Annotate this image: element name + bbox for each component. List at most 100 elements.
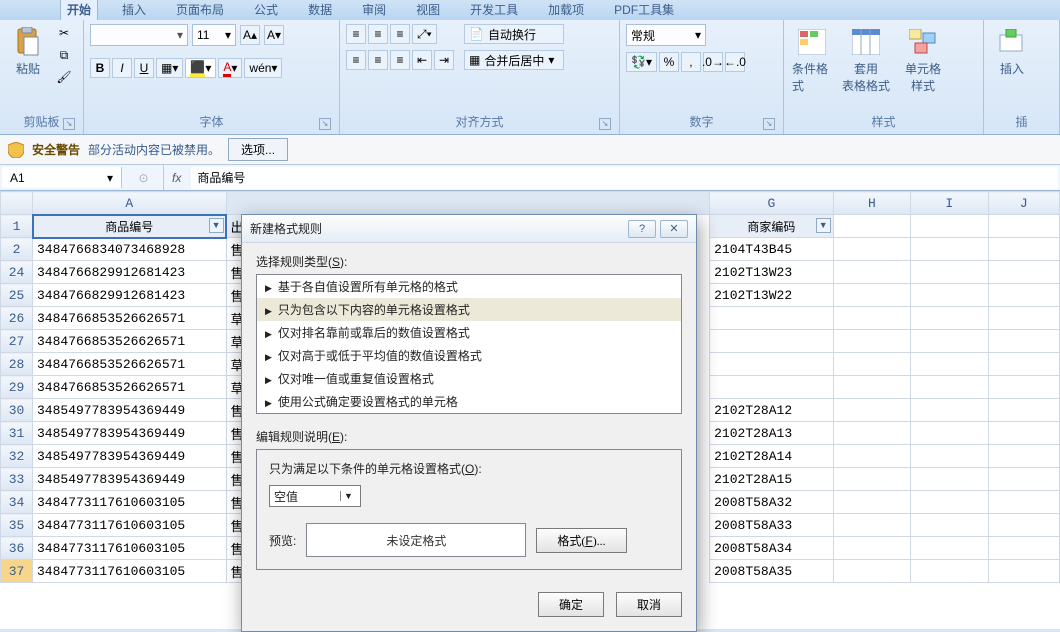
- cell[interactable]: [833, 422, 910, 445]
- cell[interactable]: [911, 238, 988, 261]
- clipboard-launcher-icon[interactable]: ↘: [63, 118, 75, 130]
- cell[interactable]: 2104T43B45: [710, 238, 834, 261]
- row-header[interactable]: 37: [1, 560, 33, 583]
- indent-decrease-icon[interactable]: ⇤: [412, 50, 432, 70]
- cell[interactable]: [833, 560, 910, 583]
- orientation-icon[interactable]: ⤢▾: [412, 24, 437, 44]
- align-launcher-icon[interactable]: ↘: [599, 118, 611, 130]
- ok-button[interactable]: 确定: [538, 592, 604, 617]
- cell[interactable]: [833, 353, 910, 376]
- row-header[interactable]: 29: [1, 376, 33, 399]
- row-header[interactable]: 32: [1, 445, 33, 468]
- cell[interactable]: 3485497783954369449: [33, 468, 227, 491]
- grow-font-icon[interactable]: A▴: [240, 25, 260, 45]
- cell[interactable]: [988, 215, 1059, 238]
- cell[interactable]: [988, 491, 1059, 514]
- cell[interactable]: [988, 261, 1059, 284]
- rule-item[interactable]: 使用公式确定要设置格式的单元格: [257, 390, 681, 413]
- row-header[interactable]: 33: [1, 468, 33, 491]
- cell[interactable]: 3484766853526626571: [33, 330, 227, 353]
- cell[interactable]: 2102T28A13: [710, 422, 834, 445]
- name-box[interactable]: A1▾: [2, 167, 122, 188]
- cell[interactable]: [911, 422, 988, 445]
- select-all-corner[interactable]: [1, 192, 33, 215]
- cell[interactable]: [911, 261, 988, 284]
- tab-data[interactable]: 数据: [302, 0, 338, 20]
- cell[interactable]: [833, 261, 910, 284]
- rule-type-list[interactable]: 基于各自值设置所有单元格的格式 只为包含以下内容的单元格设置格式 仅对排名靠前或…: [256, 274, 682, 414]
- cell[interactable]: [833, 376, 910, 399]
- cell[interactable]: [911, 445, 988, 468]
- align-right-icon[interactable]: ≡: [390, 50, 410, 70]
- cell[interactable]: [988, 307, 1059, 330]
- cell[interactable]: [710, 307, 834, 330]
- rule-item[interactable]: 仅对排名靠前或靠后的数值设置格式: [257, 321, 681, 344]
- cell[interactable]: 3484773117610603105: [33, 537, 227, 560]
- row-header[interactable]: 27: [1, 330, 33, 353]
- row-header[interactable]: 26: [1, 307, 33, 330]
- cell[interactable]: 3485497783954369449: [33, 422, 227, 445]
- cell[interactable]: [988, 399, 1059, 422]
- cell-g1[interactable]: 商家编码▼: [710, 215, 834, 238]
- fx-buttons[interactable]: ⊙: [124, 165, 164, 190]
- underline-button[interactable]: U: [134, 58, 154, 78]
- decrease-decimal-icon[interactable]: ←.0: [725, 52, 745, 72]
- border-button[interactable]: ▦▾: [156, 58, 183, 78]
- cell[interactable]: 3484766829912681423: [33, 284, 227, 307]
- cell[interactable]: [833, 215, 910, 238]
- cell[interactable]: 3484766834073468928: [33, 238, 227, 261]
- conditional-format-button[interactable]: 条件格式: [790, 24, 834, 96]
- align-center-icon[interactable]: ≡: [368, 50, 388, 70]
- cell[interactable]: [710, 353, 834, 376]
- cell[interactable]: [911, 330, 988, 353]
- format-painter-icon[interactable]: 🖌: [54, 68, 74, 86]
- cell[interactable]: 3485497783954369449: [33, 445, 227, 468]
- col-header-i[interactable]: I: [911, 192, 988, 215]
- cut-icon[interactable]: ✂: [54, 24, 74, 42]
- cell[interactable]: 2008T58A32: [710, 491, 834, 514]
- align-left-icon[interactable]: ≡: [346, 50, 366, 70]
- row-header[interactable]: 34: [1, 491, 33, 514]
- col-header-g[interactable]: G: [710, 192, 834, 215]
- cell[interactable]: [911, 468, 988, 491]
- tab-review[interactable]: 审阅: [356, 0, 392, 20]
- filter-dropdown-icon[interactable]: ▼: [816, 218, 831, 233]
- cell[interactable]: [988, 238, 1059, 261]
- cell[interactable]: [988, 330, 1059, 353]
- col-header-j[interactable]: J: [988, 192, 1059, 215]
- shrink-font-icon[interactable]: A▾: [264, 25, 284, 45]
- cell[interactable]: [988, 284, 1059, 307]
- bold-button[interactable]: B: [90, 58, 110, 78]
- row-header[interactable]: 28: [1, 353, 33, 376]
- cancel-button[interactable]: 取消: [616, 592, 682, 617]
- cell[interactable]: 3484766853526626571: [33, 307, 227, 330]
- cell[interactable]: 2102T28A14: [710, 445, 834, 468]
- cell[interactable]: [911, 353, 988, 376]
- cell[interactable]: [911, 376, 988, 399]
- cell-styles-button[interactable]: 单元格 样式: [898, 24, 948, 96]
- cell[interactable]: [833, 399, 910, 422]
- cell[interactable]: [988, 376, 1059, 399]
- rule-item[interactable]: 仅对唯一值或重复值设置格式: [257, 367, 681, 390]
- increase-decimal-icon[interactable]: .0→: [703, 52, 723, 72]
- indent-increase-icon[interactable]: ⇥: [434, 50, 454, 70]
- cell[interactable]: [988, 560, 1059, 583]
- cell[interactable]: 3485497783954369449: [33, 399, 227, 422]
- comma-icon[interactable]: ,: [681, 52, 701, 72]
- cell[interactable]: [988, 353, 1059, 376]
- cell[interactable]: [911, 307, 988, 330]
- tab-view[interactable]: 视图: [410, 0, 446, 20]
- cell[interactable]: 2008T58A33: [710, 514, 834, 537]
- cell[interactable]: [988, 514, 1059, 537]
- help-button[interactable]: ?: [628, 220, 656, 238]
- tab-pdf[interactable]: PDF工具集: [608, 0, 680, 20]
- col-header-a[interactable]: A: [33, 192, 227, 215]
- cell[interactable]: 3484773117610603105: [33, 491, 227, 514]
- cell[interactable]: [911, 537, 988, 560]
- tab-addins[interactable]: 加载项: [542, 0, 590, 20]
- condition-combo[interactable]: 空值▼: [269, 485, 361, 507]
- percent-icon[interactable]: %: [659, 52, 679, 72]
- rule-item[interactable]: 只为包含以下内容的单元格设置格式: [257, 298, 681, 321]
- cell[interactable]: 2102T28A15: [710, 468, 834, 491]
- close-button[interactable]: ✕: [660, 220, 688, 238]
